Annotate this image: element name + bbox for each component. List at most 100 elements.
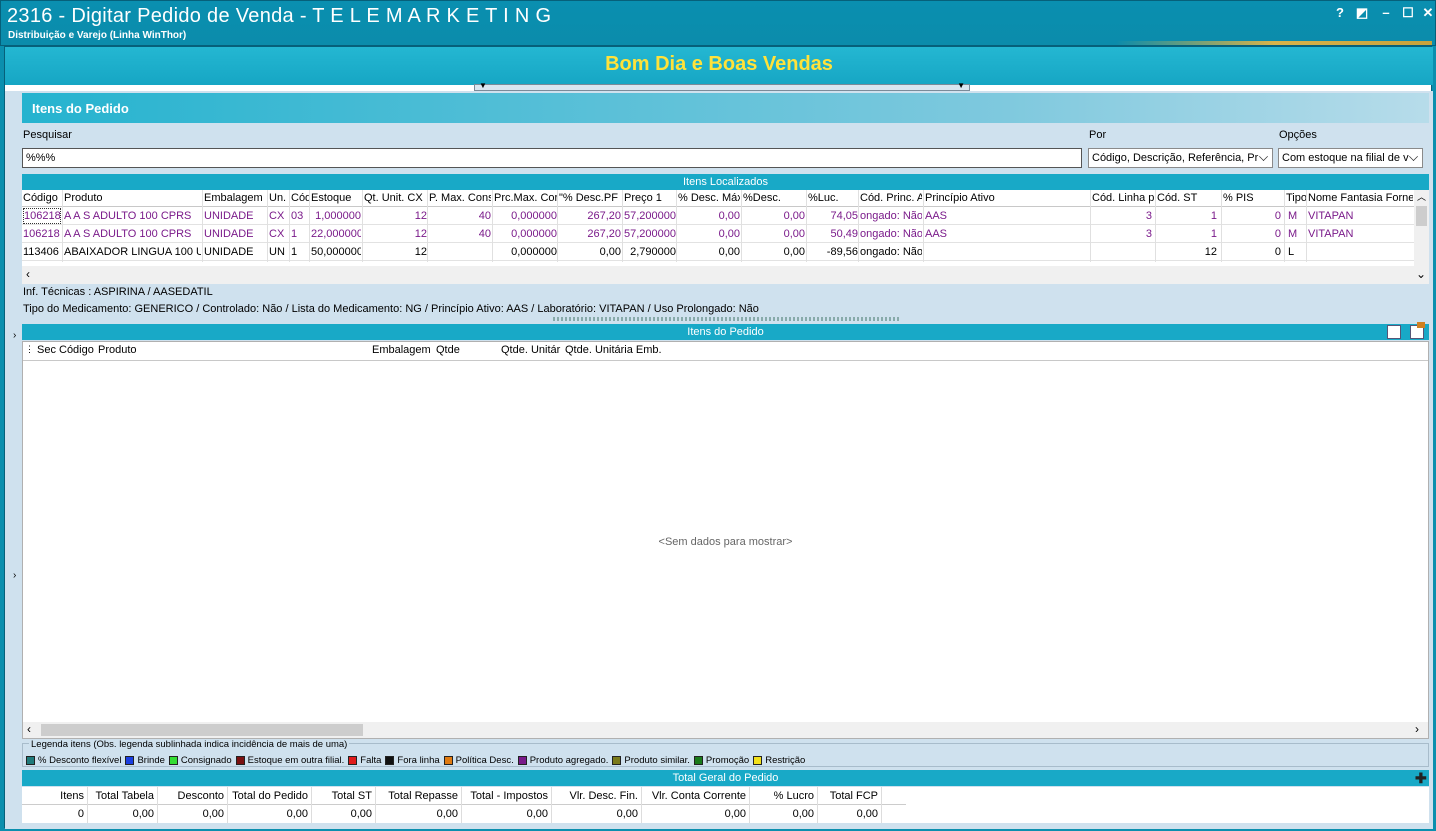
vertical-scrollbar[interactable]: ︿ [1414,190,1429,266]
side-collapse-handle[interactable]: › › [13,330,21,590]
col-header[interactable]: Qt. Unit. CX [364,192,427,204]
order-items-grid: ⋮ Sec Código Produto Embalagem Qtde Qtde… [22,341,1429,739]
col-header[interactable]: Estoque [311,192,361,204]
col-header[interactable]: Sec [37,344,57,356]
col-header[interactable]: Qtde. Unitár [501,344,563,356]
opcoes-select[interactable]: Com estoque na filial de v [1278,148,1423,168]
cell-luc: -89,56 [826,246,858,258]
column-chooser-icon[interactable]: ⋮ [25,344,35,355]
document-icon[interactable] [1387,325,1401,339]
edit-icon[interactable] [1410,322,1425,339]
help-icon[interactable]: ? [1331,5,1349,21]
legend-label: Produto agregado. [529,755,609,766]
legend-label: Promoção [705,755,750,766]
search-input[interactable]: %%% [22,148,1082,168]
found-items-grid: Código Produto Embalagem Un. Cód Estoque… [22,190,1429,284]
maximize-icon[interactable]: ☐ [1399,5,1417,21]
section-header: Itens do Pedido [22,93,1429,123]
col-header[interactable]: Un. [269,192,289,204]
col-header[interactable]: "% Desc.PF [559,192,621,204]
col-header[interactable]: Embalagem [204,192,266,204]
col-header[interactable]: % Desc. Máx [678,192,740,204]
chevron-down-icon: ▼ [479,81,487,90]
col-header[interactable]: Nome Fantasia Forne [1308,192,1413,204]
col-header[interactable]: Prc.Max. Cor [494,192,557,204]
col-header[interactable]: Cód [291,192,309,204]
cell-un: CX [269,210,285,222]
legend-item: Falta [348,755,381,766]
legend-swatch [443,756,453,765]
cell-luc: 50,49 [830,228,858,240]
col-header[interactable]: P. Max. Cons [429,192,491,204]
cell-fornecedor: VITAPAN [1308,228,1354,240]
legend-swatch [385,756,395,765]
cell-principio: AAS [925,228,948,240]
col-header[interactable]: Princípio Ativo [925,192,1090,204]
col-header[interactable]: Cód. ST [1157,192,1220,204]
search-label: Pesquisar [23,129,72,141]
cell-produto: A A S ADULTO 100 CPRS [64,210,192,222]
cell-prcmax: 0,000000 [511,228,557,240]
grid-header: Código Produto Embalagem Un. Cód Estoque… [22,190,1429,207]
col-header[interactable]: Código [23,192,61,204]
chevron-left-icon[interactable]: ‹ [27,722,31,736]
chevron-left-icon[interactable]: ‹ [26,267,30,281]
col-header[interactable]: Qtde. Unitária Emb. [565,344,665,356]
chevron-down-icon [1409,152,1418,161]
totals-value: 0,00 [724,808,746,820]
legend-title: Legenda itens (Obs. legenda sublinhada i… [29,739,350,750]
col-header[interactable]: %Luc. [808,192,858,204]
cell-descmax: 0,00 [718,228,740,240]
panel-splitter[interactable]: ▼ ▼ [474,81,970,91]
legend-label: Brinde [137,755,165,766]
legend-label: Consignado [180,755,232,766]
splitter-grip[interactable] [553,317,899,321]
totals-header-row: Itens Total Tabela Desconto Total do Pedido… [22,787,906,823]
col-header[interactable]: Preço 1 [624,192,676,204]
add-icon[interactable]: ✚ [1415,770,1427,787]
col-header[interactable]: %Desc. [743,192,805,204]
totals-value: 0,00 [436,808,458,820]
opcoes-label: Opções [1279,129,1317,141]
cell-linha: 3 [1145,228,1152,240]
scroll-thumb[interactable] [41,724,363,736]
table-row[interactable]: 106218 A A S ADULTO 100 CPRS UNIDADE CX … [22,225,1414,243]
totals-value: 0,00 [616,808,638,820]
totals-value-row: 0 0,00 0,00 0,00 0,00 0,00 0,00 0,00 0,00 0,00 0,0… [22,805,906,823]
col-header[interactable]: Produto [98,344,368,356]
restore-layout-icon[interactable]: ◩ [1353,5,1371,21]
por-select[interactable]: Código, Descrição, Referência, Pr [1088,148,1273,168]
legend-item: Consignado [168,755,232,766]
col-header[interactable]: Tipo [1286,192,1306,204]
chevron-up-icon[interactable]: ︿ [1417,190,1426,203]
chevron-right-icon[interactable]: › [1415,722,1419,736]
totals-col-header: Total - Impostos [470,790,548,802]
col-header[interactable]: Produto [64,192,201,204]
legend-item: Promoção [693,755,750,766]
close-icon[interactable]: ✕ [1419,5,1436,21]
horizontal-scrollbar[interactable]: ‹ ⌄ [22,266,1429,284]
cell-st: 1 [1210,210,1217,222]
col-header[interactable]: Cód. Linha p [1092,192,1155,204]
col-header[interactable]: Cód. Princ. A [860,192,922,204]
scroll-thumb[interactable] [1416,206,1427,226]
legend-swatch [517,756,527,765]
table-row[interactable]: 113406 ABAIXADOR LINGUA 100 UN UNIDADE U… [22,243,1414,261]
legend-item: Produto agregado. [517,755,609,766]
legend-item: Brinde [125,755,165,766]
horizontal-scrollbar[interactable]: ‹ › [23,722,1428,738]
col-header[interactable]: Embalagem [372,344,432,356]
chevron-down-icon[interactable]: ⌄ [1416,267,1426,281]
table-row[interactable]: 106218 A A S ADULTO 100 CPRS UNIDADE CX … [22,207,1414,225]
cell-codigo: 106218 [23,228,60,240]
legend-item: Produto similar. [612,755,690,766]
legend-label: % Desconto flexível [38,755,122,766]
col-header[interactable]: Código [59,344,95,356]
totals-col-header: Vlr. Conta Corrente [651,790,746,802]
minimize-icon[interactable]: – [1377,5,1395,21]
col-header[interactable]: Qtde [436,344,498,356]
totals-col-header: Total Repasse [388,790,458,802]
col-header[interactable]: % PIS [1223,192,1283,204]
section-title: Itens do Pedido [32,101,129,116]
totals-caption: Total Geral do Pedido [22,770,1429,786]
